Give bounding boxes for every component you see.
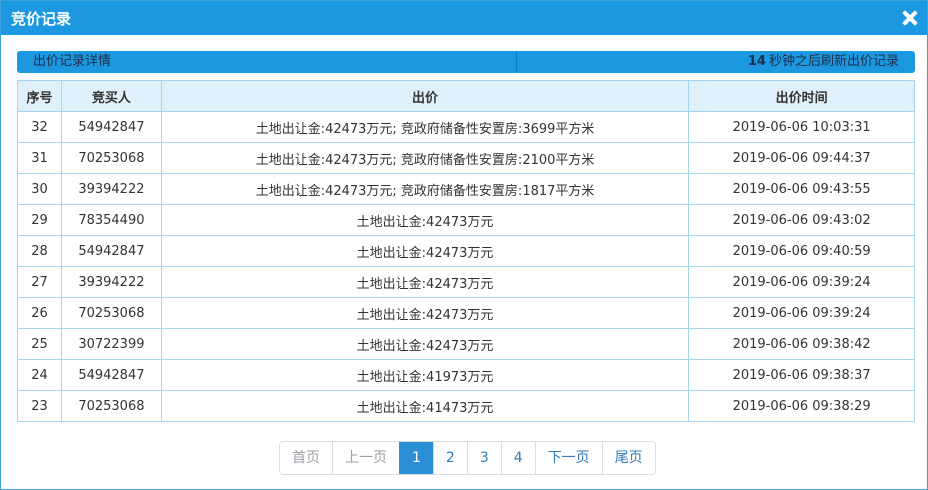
cell-index: 32 xyxy=(17,111,62,143)
cell-bid-time: 2019-06-06 09:38:37 xyxy=(688,359,915,391)
col-header-bidder: 竞买人 xyxy=(60,80,162,112)
first-page-button[interactable]: 首页 xyxy=(280,442,332,474)
cell-bidder: 39394222 xyxy=(60,266,162,298)
cell-bid-time: 2019-06-06 09:40:59 xyxy=(688,235,915,267)
refresh-countdown: 14 秒钟之后刷新出价记录 xyxy=(516,51,915,73)
next-page-button[interactable]: 下一页 xyxy=(534,442,602,474)
refresh-suffix: 秒钟之后刷新出价记录 xyxy=(768,54,899,69)
prev-page-button[interactable]: 上一页 xyxy=(332,442,399,474)
table-row: 28 54942847 土地出让金:42473万元 2019-06-06 09:… xyxy=(17,235,915,267)
table-row: 30 39394222 土地出让金:42473万元; 竞政府储备性安置房:181… xyxy=(17,173,915,205)
cell-index: 23 xyxy=(17,390,62,422)
close-icon[interactable] xyxy=(901,9,919,27)
cell-index: 30 xyxy=(17,173,62,205)
cell-index: 28 xyxy=(17,235,62,267)
cell-bid-time: 2019-06-06 09:39:24 xyxy=(688,297,915,329)
page-button-3[interactable]: 3 xyxy=(466,442,501,474)
cell-bid: 土地出让金:42473万元 xyxy=(160,328,690,360)
table-row: 32 54942847 土地出让金:42473万元; 竞政府储备性安置房:369… xyxy=(17,111,915,143)
table-header-row: 序号 竞买人 出价 出价时间 xyxy=(17,80,915,112)
page-button-2[interactable]: 2 xyxy=(432,442,467,474)
table-row: 23 70253068 土地出让金:41473万元 2019-06-06 09:… xyxy=(17,390,915,422)
table-row: 25 30722399 土地出让金:42473万元 2019-06-06 09:… xyxy=(17,328,915,360)
table-row: 31 70253068 土地出让金:42473万元; 竞政府储备性安置房:210… xyxy=(17,142,915,174)
cell-bidder: 54942847 xyxy=(60,359,162,391)
page-button-4[interactable]: 4 xyxy=(500,442,535,474)
cell-bid: 土地出让金:41973万元 xyxy=(160,359,690,391)
bid-detail-label: 出价记录详情 xyxy=(17,51,516,73)
cell-bid: 土地出让金:42473万元 xyxy=(160,266,690,298)
cell-bid: 土地出让金:42473万元 xyxy=(160,204,690,236)
cell-bid: 土地出让金:42473万元; 竞政府储备性安置房:1817平方米 xyxy=(160,173,690,205)
cell-bid: 土地出让金:42473万元 xyxy=(160,297,690,329)
cell-index: 25 xyxy=(17,328,62,360)
cell-bid-time: 2019-06-06 10:03:31 xyxy=(688,111,915,143)
last-page-button[interactable]: 尾页 xyxy=(601,442,655,474)
cell-bidder: 39394222 xyxy=(60,173,162,205)
cell-bid: 土地出让金:41473万元 xyxy=(160,390,690,422)
cell-index: 27 xyxy=(17,266,62,298)
cell-bidder: 70253068 xyxy=(60,297,162,329)
cell-bidder: 54942847 xyxy=(60,111,162,143)
dialog-title: 竞价记录 xyxy=(11,9,72,28)
cell-bid-time: 2019-06-06 09:38:29 xyxy=(688,390,915,422)
refresh-seconds: 14 xyxy=(747,54,766,69)
dialog-titlebar: 竞价记录 xyxy=(1,1,927,35)
bid-table: 序号 竞买人 出价 出价时间 32 54942847 土地出让金:42473万元… xyxy=(17,80,915,422)
table-row: 29 78354490 土地出让金:42473万元 2019-06-06 09:… xyxy=(17,204,915,236)
bid-record-dialog: 竞价记录 出价记录详情 14 秒钟之后刷新出价记录 序号 竞买人 出价 出价时间 … xyxy=(0,0,928,490)
cell-bid-time: 2019-06-06 09:43:02 xyxy=(688,204,915,236)
info-bar: 出价记录详情 14 秒钟之后刷新出价记录 xyxy=(17,51,915,73)
cell-bidder: 70253068 xyxy=(60,390,162,422)
cell-index: 24 xyxy=(17,359,62,391)
cell-index: 26 xyxy=(17,297,62,329)
cell-bidder: 78354490 xyxy=(60,204,162,236)
cell-index: 31 xyxy=(17,142,62,174)
cell-bid-time: 2019-06-06 09:38:42 xyxy=(688,328,915,360)
pagination: 首页 上一页 1 2 3 4 下一页 尾页 xyxy=(279,441,656,475)
cell-bidder: 70253068 xyxy=(60,142,162,174)
cell-bid: 土地出让金:42473万元; 竞政府储备性安置房:2100平方米 xyxy=(160,142,690,174)
col-header-bid: 出价 xyxy=(160,80,690,112)
cell-bid: 土地出让金:42473万元; 竞政府储备性安置房:3699平方米 xyxy=(160,111,690,143)
cell-bid-time: 2019-06-06 09:44:37 xyxy=(688,142,915,174)
cell-bid-time: 2019-06-06 09:43:55 xyxy=(688,173,915,205)
page-button-1[interactable]: 1 xyxy=(399,442,433,474)
cell-bid: 土地出让金:42473万元 xyxy=(160,235,690,267)
table-row: 24 54942847 土地出让金:41973万元 2019-06-06 09:… xyxy=(17,359,915,391)
cell-index: 29 xyxy=(17,204,62,236)
table-row: 27 39394222 土地出让金:42473万元 2019-06-06 09:… xyxy=(17,266,915,298)
col-header-index: 序号 xyxy=(17,80,62,112)
cell-bidder: 30722399 xyxy=(60,328,162,360)
table-row: 26 70253068 土地出让金:42473万元 2019-06-06 09:… xyxy=(17,297,915,329)
cell-bid-time: 2019-06-06 09:39:24 xyxy=(688,266,915,298)
cell-bidder: 54942847 xyxy=(60,235,162,267)
col-header-bid-time: 出价时间 xyxy=(688,80,915,112)
